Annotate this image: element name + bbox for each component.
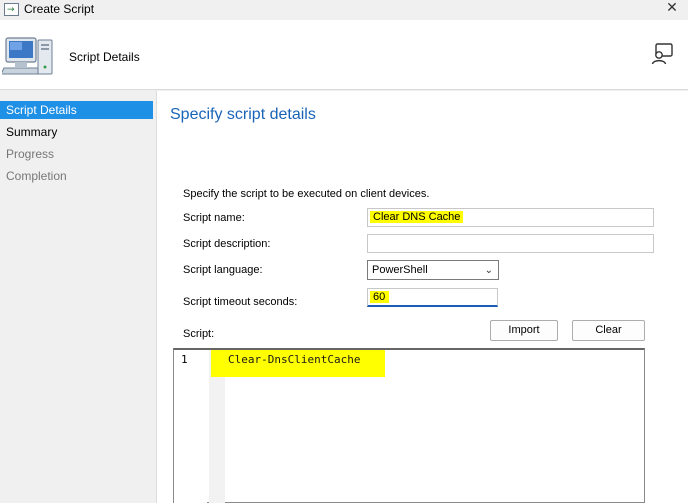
script-description-label: Script description:: [183, 238, 271, 250]
clear-button[interactable]: Clear: [572, 320, 645, 341]
nav-item-completion: Completion: [6, 169, 67, 183]
main-panel: Specify script details Specify the scrip…: [156, 91, 688, 503]
wizard-nav: Script Details Summary Progress Completi…: [0, 91, 156, 503]
script-language-value: PowerShell: [372, 264, 428, 276]
computer-icon: [2, 37, 53, 75]
wizard-header: Script Details: [0, 20, 688, 90]
title-bar: → Create Script ✕: [0, 0, 688, 20]
page-heading: Script Details: [69, 50, 140, 64]
script-language-label: Script language:: [183, 264, 263, 276]
editor-gutter: 1: [174, 350, 207, 503]
instructions-text: Specify the script to be executed on cli…: [183, 188, 430, 200]
script-window-icon: →: [4, 3, 19, 16]
nav-item-progress: Progress: [6, 147, 55, 161]
script-name-value: Clear DNS Cache: [370, 211, 464, 223]
script-timeout-input[interactable]: 60: [367, 288, 498, 307]
section-title: Specify script details: [170, 106, 316, 123]
script-timeout-value: 60: [370, 291, 390, 303]
code-line: Clear-DnsClientCache: [228, 353, 361, 366]
chevron-down-icon: ⌄: [484, 265, 493, 276]
script-name-input[interactable]: Clear DNS Cache: [367, 208, 654, 227]
window-title: Create Script: [24, 2, 95, 16]
script-name-label: Script name:: [183, 212, 245, 224]
close-icon[interactable]: ✕: [664, 0, 680, 18]
feedback-icon[interactable]: [650, 42, 674, 66]
nav-item-script-details[interactable]: Script Details: [0, 101, 153, 119]
script-description-input[interactable]: [367, 234, 654, 253]
import-button[interactable]: Import: [490, 320, 558, 341]
script-label: Script:: [183, 328, 215, 340]
script-language-select[interactable]: PowerShell ⌄: [367, 260, 499, 280]
script-editor[interactable]: 1 Clear-DnsClientCache: [173, 348, 645, 503]
nav-item-summary[interactable]: Summary: [0, 123, 153, 141]
line-number: 1: [181, 353, 188, 366]
script-timeout-label: Script timeout seconds:: [183, 296, 298, 308]
